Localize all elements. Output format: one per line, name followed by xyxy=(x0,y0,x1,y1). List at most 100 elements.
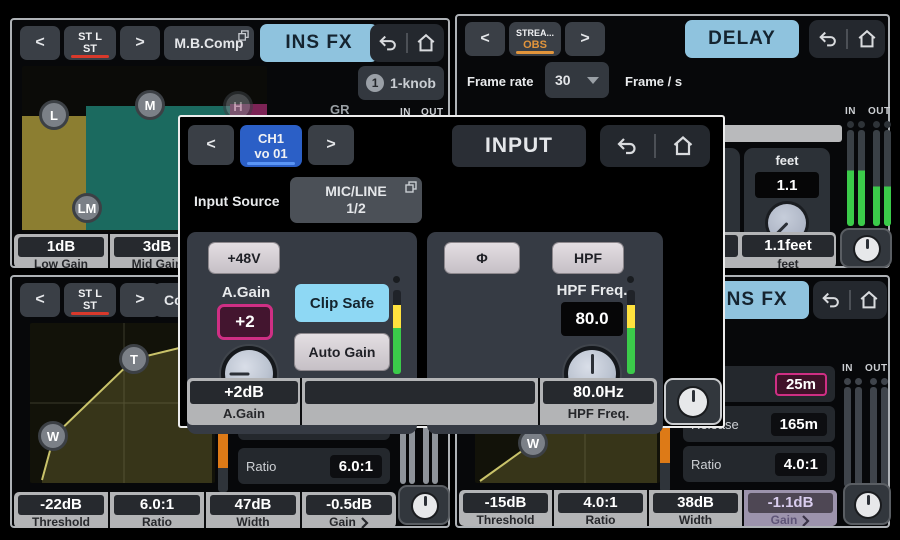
header-icon-group xyxy=(813,281,887,319)
param-cell-threshold[interactable]: -22dB Threshold xyxy=(14,492,108,528)
prev-channel-button[interactable]: < xyxy=(188,125,234,165)
channel-tab-ch1[interactable]: CH1 vo 01 xyxy=(240,125,302,167)
threshold-handle[interactable]: T xyxy=(119,344,149,374)
encoder-assign-button[interactable] xyxy=(843,483,891,525)
param-cell-low-gain[interactable]: 1dB Low Gain xyxy=(14,234,108,268)
param-label-hpf: HPF Freq. xyxy=(543,406,654,421)
mid-band-handle[interactable]: M xyxy=(135,90,165,120)
page-title-ins-fx[interactable]: INS FX xyxy=(260,24,378,62)
header-icon-group xyxy=(370,24,444,62)
home-icon[interactable] xyxy=(671,134,695,158)
chevron-right-icon xyxy=(360,517,369,529)
copy-icon xyxy=(238,30,249,41)
in-label: IN xyxy=(842,363,853,374)
prev-channel-button[interactable]: < xyxy=(20,26,60,60)
home-icon[interactable] xyxy=(858,289,880,311)
param-cell-gain[interactable]: -0.5dB Gain xyxy=(300,492,396,528)
again-value[interactable]: +2 xyxy=(217,304,273,340)
param-label: Width xyxy=(679,513,712,526)
param-label: Ratio xyxy=(586,513,616,526)
next-channel-button[interactable]: > xyxy=(308,125,354,165)
clip-dot xyxy=(627,276,634,283)
channel-tab-stream-obs[interactable]: STREA... OBS xyxy=(509,22,561,56)
input-source-button[interactable]: MIC/LINE 1/2 xyxy=(290,177,422,223)
out-meter-left xyxy=(873,130,880,226)
next-channel-button[interactable]: > xyxy=(120,26,160,60)
encoder-assign-button[interactable] xyxy=(664,378,722,425)
one-knob-label: 1-knob xyxy=(390,75,436,91)
phantom-48v-button[interactable]: +48V xyxy=(209,243,279,273)
knob-pointer xyxy=(866,239,869,249)
width-handle[interactable]: W xyxy=(38,421,68,451)
channel-tab-stl-st[interactable]: ST L ST xyxy=(64,283,116,317)
home-icon[interactable] xyxy=(415,32,437,54)
param-cell-width[interactable]: 47dB Width xyxy=(204,492,300,528)
param-cell-ratio[interactable]: 4.0:1 Ratio xyxy=(552,490,647,526)
param-value-empty[interactable] xyxy=(305,381,535,404)
frame-rate-label: Frame rate xyxy=(467,74,533,89)
out-clip-dot xyxy=(884,121,891,128)
ratio-row[interactable]: Ratio 4.0:1 xyxy=(683,446,835,482)
param-label: Threshold xyxy=(476,513,534,526)
feet-label: feet xyxy=(744,153,830,168)
one-knob-number-icon: 1 xyxy=(366,74,384,92)
prev-channel-button[interactable]: < xyxy=(20,283,60,317)
encoder-assign-button[interactable] xyxy=(840,228,892,268)
channel-tab-stl-st[interactable]: ST L ST xyxy=(64,26,116,60)
clip-safe-button[interactable]: Clip Safe xyxy=(295,284,389,322)
one-knob-button[interactable]: 1 1-knob xyxy=(358,66,444,100)
ratio-row[interactable]: Ratio 6.0:1 xyxy=(238,448,390,484)
cell-divider xyxy=(300,378,302,425)
param-cell-ratio[interactable]: 6.0:1 Ratio xyxy=(108,492,204,528)
param-value: -0.5dB xyxy=(306,495,392,515)
phase-button[interactable]: Φ xyxy=(445,243,519,273)
param-value: 6.0:1 xyxy=(114,495,200,515)
encoder-assign-button[interactable] xyxy=(398,485,450,525)
auto-gain-button[interactable]: Auto Gain xyxy=(295,334,389,370)
prev-channel-button[interactable]: < xyxy=(465,22,505,56)
hpf-freq-value[interactable]: 80.0 xyxy=(561,302,623,336)
icon-divider xyxy=(846,29,848,50)
ratio-label: Ratio xyxy=(246,459,276,474)
copy-icon xyxy=(405,181,417,193)
next-channel-button[interactable]: > xyxy=(565,22,605,56)
attack-value: 25m xyxy=(775,373,827,396)
param-cell-width[interactable]: 38dB Width xyxy=(647,490,742,526)
tab-underline xyxy=(516,51,554,54)
undo-icon[interactable] xyxy=(377,32,399,54)
in-meter-left xyxy=(844,387,851,487)
in-clip-dot xyxy=(855,378,862,385)
lowmid-crossover-handle[interactable]: LM xyxy=(72,193,102,223)
encoder-knob-icon xyxy=(855,237,879,261)
encoder-knob-icon xyxy=(413,494,437,518)
param-cell-threshold[interactable]: -15dB Threshold xyxy=(459,490,552,526)
input-source-label: Input Source xyxy=(194,193,280,209)
frame-rate-dropdown[interactable]: 30 xyxy=(545,62,609,98)
param-value: -15dB xyxy=(463,493,548,513)
undo-icon[interactable] xyxy=(615,134,639,158)
home-icon[interactable] xyxy=(856,28,878,50)
param-value-again[interactable]: +2dB xyxy=(190,381,298,404)
param-cell-gain-selected[interactable]: -1.1dB Gain xyxy=(742,490,837,526)
channel-tab-line2: vo 01 xyxy=(254,146,287,161)
ratio-label: Ratio xyxy=(691,457,721,472)
out-label: OUT xyxy=(868,106,891,117)
clip-dot xyxy=(393,276,400,283)
param-value: -1.1dB xyxy=(748,493,833,513)
feet-value[interactable]: 1.1 xyxy=(755,172,819,198)
param-value-feet[interactable]: 1.1feet xyxy=(742,235,834,257)
in-meter-right xyxy=(855,387,862,487)
preset-button-mbcomp[interactable]: M.B.Comp xyxy=(164,26,254,60)
level-meter xyxy=(627,290,635,374)
channel-tab-line1: CH1 xyxy=(258,131,284,146)
undo-icon[interactable] xyxy=(817,28,839,50)
icon-divider xyxy=(406,33,408,54)
channel-tab-line1: ST L xyxy=(78,31,102,43)
low-band-handle[interactable]: L xyxy=(39,100,69,130)
hpf-button[interactable]: HPF xyxy=(553,243,623,273)
undo-icon[interactable] xyxy=(820,289,842,311)
param-value: 38dB xyxy=(653,493,738,513)
knob-pointer xyxy=(229,373,249,376)
page-title-delay[interactable]: DELAY xyxy=(685,20,799,58)
param-value-hpf[interactable]: 80.0Hz xyxy=(543,381,654,404)
